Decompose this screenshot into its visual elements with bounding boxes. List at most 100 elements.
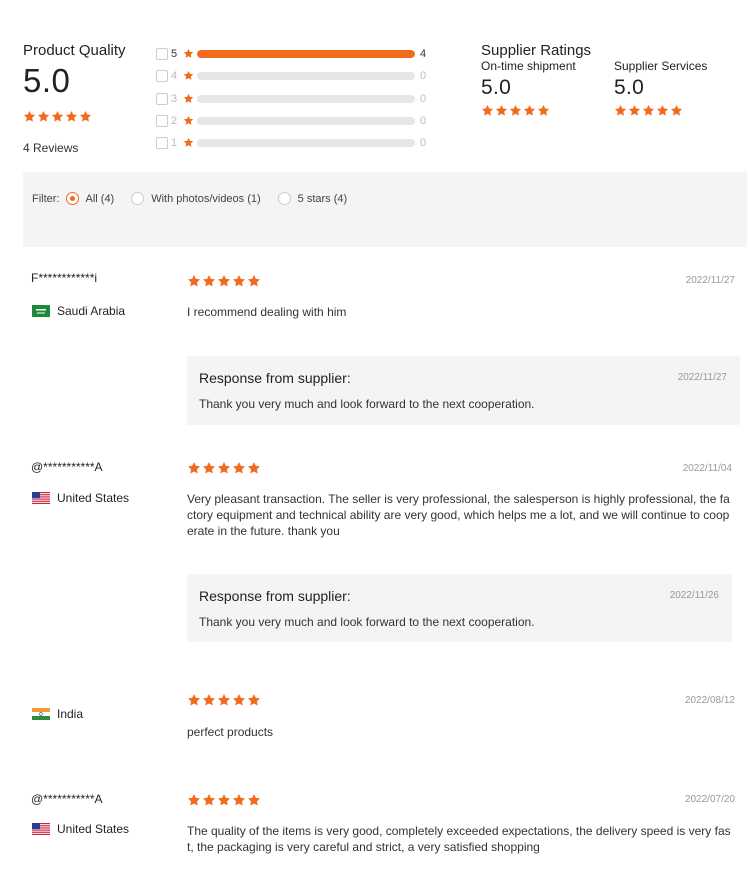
supplier-services-score: 5.0 (614, 76, 645, 99)
reviewer-country: United States (32, 822, 129, 836)
distribution-count: 4 (420, 48, 427, 61)
saudi-arabia-flag-icon (32, 305, 50, 317)
distribution-count: 0 (420, 92, 427, 105)
review-text: I recommend dealing with him (187, 305, 347, 319)
reviewer-country: India (32, 707, 83, 721)
supplier-services-stars (614, 104, 707, 117)
review-count: 4 Reviews (23, 141, 79, 155)
distribution-bar (197, 50, 415, 59)
india-flag-icon (32, 708, 50, 720)
star-icon (37, 110, 50, 123)
star-icon (232, 274, 246, 288)
filter-option-label: With photos/videos (1) (151, 192, 261, 205)
star-icon (247, 461, 261, 475)
supplier-response: Response from supplier: 2022/11/27 Thank… (187, 356, 740, 425)
reviewer-name: @***********A (31, 460, 103, 474)
review-date: 2022/11/04 (682, 463, 732, 474)
star-icon (217, 461, 231, 475)
product-quality-stars (23, 110, 92, 123)
review-stars (187, 693, 261, 707)
star-icon (183, 70, 195, 82)
star-icon (670, 104, 683, 117)
distribution-row-1[interactable]: 1 0 (156, 132, 446, 154)
reviewer-country: Saudi Arabia (32, 304, 125, 318)
star-icon (628, 104, 641, 117)
star-icon (247, 693, 261, 707)
review-text: Very pleasant transaction. The seller is… (187, 492, 730, 538)
star-icon (187, 793, 201, 807)
star-icon (79, 110, 92, 123)
filter-option-all[interactable]: All (4) (65, 192, 114, 205)
star-filter-checkbox[interactable] (156, 70, 168, 83)
review-date: 2022/11/27 (685, 275, 735, 286)
reviewer-name: F************i (31, 271, 98, 285)
distribution-row-2[interactable]: 2 0 (156, 110, 446, 132)
distribution-count: 0 (420, 115, 427, 128)
star-icon (232, 693, 246, 707)
star-icon (217, 274, 231, 288)
reviewer-country: United States (32, 491, 129, 505)
rating-distribution: 5 4 4 0 3 0 2 0 1 0 (156, 43, 446, 154)
country-name: Saudi Arabia (57, 304, 126, 318)
star-icon (642, 104, 655, 117)
star-filter-checkbox[interactable] (156, 48, 168, 61)
star-icon (217, 693, 231, 707)
radio-button[interactable] (131, 192, 145, 205)
response-text: Thank you very much and look forward to … (199, 397, 535, 411)
filter-option-5-stars[interactable]: 5 stars (4) (277, 192, 348, 205)
star-icon (232, 461, 246, 475)
star-icon (481, 104, 494, 117)
distribution-count: 0 (420, 137, 427, 150)
filter-option-label: 5 stars (4) (297, 192, 348, 205)
review-text: The quality of the items is very good, c… (187, 824, 731, 854)
supplier-response: Response from supplier: 2022/11/26 Thank… (187, 574, 732, 642)
review-text: perfect products (187, 725, 274, 739)
distribution-row-4[interactable]: 4 0 (156, 65, 446, 87)
star-icon (537, 104, 550, 117)
star-icon (183, 48, 195, 60)
star-icon (202, 693, 216, 707)
review-stars (187, 274, 261, 288)
on-time-shipment-rating: On-time shipment 5.0 (481, 59, 576, 117)
response-date: 2022/11/26 (669, 590, 719, 601)
reviewer-name: @***********A (31, 792, 103, 806)
product-quality-score: 5.0 (23, 62, 71, 99)
distribution-bar (197, 139, 415, 148)
star-level: 3 (171, 92, 178, 105)
star-filter-checkbox[interactable] (156, 92, 168, 105)
distribution-bar (197, 117, 415, 126)
radio-button[interactable] (65, 192, 79, 205)
review-stars (187, 793, 261, 807)
on-time-shipment-label: On-time shipment (481, 59, 576, 73)
supplier-ratings-title: Supplier Ratings (481, 42, 592, 59)
distribution-row-3[interactable]: 3 0 (156, 88, 446, 110)
distribution-count: 0 (420, 70, 427, 83)
response-title: Response from supplier: (199, 588, 351, 604)
star-icon (217, 793, 231, 807)
on-time-shipment-stars (481, 104, 576, 117)
star-level: 2 (171, 115, 178, 128)
response-text: Thank you very much and look forward to … (199, 615, 535, 629)
star-icon (202, 793, 216, 807)
distribution-bar (197, 94, 415, 103)
star-level: 4 (171, 70, 178, 83)
star-icon (202, 274, 216, 288)
review-stars (187, 461, 261, 475)
star-filter-checkbox[interactable] (156, 115, 168, 128)
review-date: 2022/07/20 (684, 794, 735, 805)
star-icon (247, 274, 261, 288)
star-filter-checkbox[interactable] (156, 137, 168, 150)
filter-bar: Filter: All (4) With photos/videos (1) 5… (23, 172, 747, 247)
star-icon (509, 104, 522, 117)
star-icon (183, 93, 195, 105)
star-level: 1 (171, 137, 178, 150)
filter-option-photos[interactable]: With photos/videos (1) (131, 192, 261, 205)
country-name: India (57, 707, 84, 721)
review-date: 2022/08/12 (684, 695, 735, 706)
star-icon (523, 104, 536, 117)
distribution-bar (197, 72, 415, 81)
distribution-row-5[interactable]: 5 4 (156, 43, 446, 65)
radio-button[interactable] (277, 192, 291, 205)
star-icon (656, 104, 669, 117)
product-quality-title: Product Quality (23, 42, 126, 59)
